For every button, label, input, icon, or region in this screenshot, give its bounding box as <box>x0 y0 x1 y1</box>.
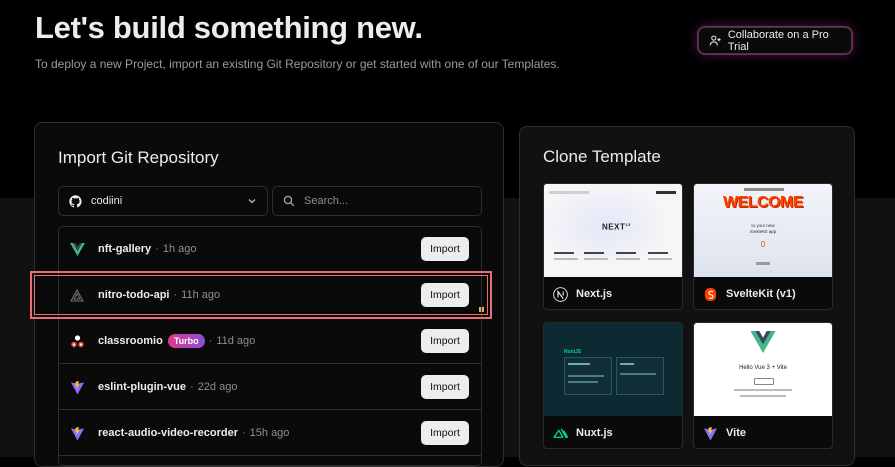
list-item: react-audio-video-recorder · 15h ago Imp… <box>59 411 481 456</box>
template-name: Next.js <box>576 288 613 300</box>
git-account-select[interactable]: codiini <box>58 186 268 216</box>
vite-icon <box>69 379 85 395</box>
search-icon <box>283 195 295 207</box>
vite-heading: Hello Vue 3 + Vite <box>739 365 787 371</box>
svelte-line-1: to your new <box>751 223 775 228</box>
repo-list: nft-gallery · 1h ago Import nitro-todo-a… <box>58 226 482 466</box>
svelte-icon <box>703 287 718 302</box>
nuxt-brand: NuxtJS <box>564 349 582 355</box>
next-wordmark: NEXT <box>602 222 626 232</box>
list-item: eslint-plugin-vue · 22d ago Import <box>59 365 481 410</box>
template-footer: Nuxt.js <box>544 417 682 448</box>
repo-name-text: classroomio Turbo · 11d ago <box>98 334 255 348</box>
template-thumbnail: NEXT13 <box>544 184 682 277</box>
account-name: codiini <box>91 195 123 207</box>
svelte-welcome: WELCOME <box>722 194 804 211</box>
next-version: 13 <box>625 222 631 227</box>
repo-name: classroomio <box>98 335 163 347</box>
template-footer: SvelteKit (v1) <box>694 278 832 309</box>
import-button[interactable]: Import <box>421 329 469 353</box>
nuxt-icon <box>553 426 568 441</box>
repo-time: 1h ago <box>162 243 197 255</box>
separator-dot: · <box>208 335 213 347</box>
template-card-sveltekit[interactable]: WELCOME to your new SvelteKit app 0 Svel… <box>693 183 833 310</box>
vue-logo-icon <box>750 331 776 353</box>
vite-icon <box>703 426 718 441</box>
template-name: Nuxt.js <box>576 427 613 439</box>
nextjs-icon <box>553 286 568 302</box>
clone-template-panel: Clone Template NEXT13 Next.js WELCOME to… <box>519 126 855 466</box>
template-footer: Vite <box>694 417 832 448</box>
repo-name: eslint-plugin-vue <box>98 381 186 393</box>
search-box <box>272 186 482 216</box>
template-footer: Next.js <box>544 278 682 309</box>
template-card-nextjs[interactable]: NEXT13 Next.js <box>543 183 683 310</box>
repo-name-text: react-audio-video-recorder · 15h ago <box>98 427 289 439</box>
import-button[interactable]: Import <box>421 421 469 445</box>
import-button[interactable]: Import <box>421 237 469 261</box>
list-item: classroomio Turbo · 11d ago Import <box>59 319 481 364</box>
separator-dot: · <box>155 243 159 255</box>
selection-highlight <box>30 271 492 319</box>
drag-handle[interactable] <box>479 307 484 312</box>
list-item: nft-gallery · 1h ago Import <box>59 227 481 272</box>
repo-time: 15h ago <box>249 427 290 439</box>
vue-icon <box>69 241 85 257</box>
repo-time: 11d ago <box>216 335 256 347</box>
repo-name: react-audio-video-recorder <box>98 427 238 439</box>
turbo-badge: Turbo <box>167 334 205 348</box>
page-subtitle: To deploy a new Project, import an exist… <box>35 57 560 71</box>
pro-trial-label: Collaborate on a Pro Trial <box>727 28 829 53</box>
template-thumbnail: WELCOME to your new SvelteKit app 0 <box>694 184 832 277</box>
repo-name-text: eslint-plugin-vue · 22d ago <box>98 381 237 393</box>
svelte-line-2: SvelteKit app <box>749 229 777 234</box>
import-button[interactable]: Import <box>421 375 469 399</box>
template-thumbnail: Hello Vue 3 + Vite <box>694 323 832 416</box>
template-name: Vite <box>726 427 746 439</box>
repo-time: 22d ago <box>197 381 238 393</box>
svelte-count: 0 <box>760 240 766 249</box>
github-icon <box>69 194 82 207</box>
clone-panel-title: Clone Template <box>543 147 661 166</box>
pro-trial-button[interactable]: Collaborate on a Pro Trial <box>698 27 852 54</box>
search-input[interactable] <box>304 195 454 207</box>
template-card-nuxtjs[interactable]: NuxtJS Nuxt.js <box>543 322 683 449</box>
template-name: SvelteKit (v1) <box>726 288 796 300</box>
page-title: Let's build something new. <box>35 10 423 45</box>
separator-dot: · <box>241 427 246 439</box>
repo-name-text: nft-gallery · 1h ago <box>98 243 197 255</box>
chevron-down-icon <box>248 199 256 204</box>
repo-name: nft-gallery <box>98 243 152 255</box>
separator-dot: · <box>190 381 194 393</box>
classroomio-icon <box>69 333 85 349</box>
template-card-vite[interactable]: Hello Vue 3 + Vite Vite <box>693 322 833 449</box>
template-thumbnail: NuxtJS <box>544 323 682 416</box>
import-panel-title: Import Git Repository <box>58 148 219 167</box>
user-plus-icon <box>709 35 721 46</box>
vite-icon <box>69 425 85 441</box>
